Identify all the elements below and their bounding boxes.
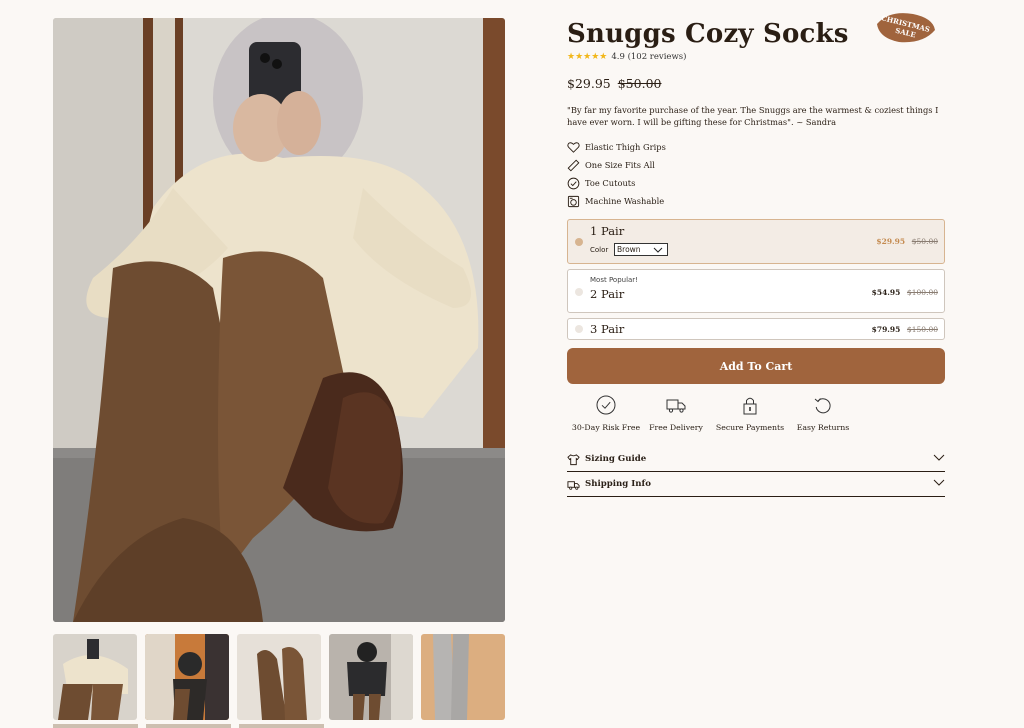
option-price-compare: $100.00 [906, 288, 938, 297]
option-2-pair[interactable]: Most Popular! 2 Pair $54.95 $100.00 [567, 269, 945, 313]
option-radio[interactable] [575, 238, 583, 246]
rating-text: 4.9 (102 reviews) [611, 52, 687, 62]
option-price: $29.95 $50.00 [876, 237, 938, 246]
chevron-down-icon [933, 454, 945, 461]
star-rating-icon: ★★★★★ [567, 52, 608, 62]
chevron-down-icon [653, 247, 663, 253]
thumbnail-3[interactable] [237, 634, 321, 720]
option-radio[interactable] [575, 325, 583, 333]
return-icon [814, 398, 831, 414]
option-price: $54.95 $100.00 [872, 288, 938, 297]
thumbnail-1[interactable] [53, 634, 137, 720]
feature-item: Elastic Thigh Grips [567, 138, 945, 156]
option-price-now: $29.95 [876, 237, 906, 246]
sizing-guide-toggle[interactable]: Sizing Guide [567, 447, 945, 472]
trust-item: Free Delivery [645, 394, 707, 440]
current-price: $29.95 [567, 76, 611, 91]
check-circle-icon [567, 177, 580, 189]
lock-icon [743, 397, 757, 415]
check-circle-icon [596, 395, 616, 415]
trust-label: Easy Returns [796, 423, 850, 432]
ruler-icon [567, 159, 580, 171]
product-info: Snuggs Cozy Socks CHRISTMAS SALE ★★★★★ 4… [567, 13, 945, 497]
thumbnail-8[interactable] [239, 724, 324, 728]
thumbnail-strip [53, 634, 505, 720]
thumbnail-4[interactable] [329, 634, 413, 720]
chevron-down-icon [933, 479, 945, 486]
feature-label: Elastic Thigh Grips [585, 142, 666, 152]
trust-item: Easy Returns [793, 394, 853, 440]
feature-item: Machine Washable [567, 192, 945, 210]
trust-item: 30-Day Risk Free [567, 394, 645, 440]
trust-label: Free Delivery [649, 423, 703, 432]
shirt-icon [567, 453, 580, 465]
thumbnail-2[interactable] [145, 634, 229, 720]
feature-label: One Size Fits All [585, 160, 655, 170]
trust-item: Secure Payments [707, 394, 793, 440]
option-name: 3 Pair [590, 322, 625, 336]
accordion-label: Shipping Info [585, 479, 651, 489]
info-accordion: Sizing Guide Shipping Info [567, 447, 945, 497]
thumbnail-5[interactable] [421, 634, 505, 720]
price-row: $29.95 $50.00 [567, 76, 945, 91]
option-name: 2 Pair [590, 287, 625, 301]
add-to-cart-button[interactable]: Add To Cart [567, 348, 945, 384]
option-radio[interactable] [575, 288, 583, 296]
option-price-compare: $150.00 [906, 325, 938, 334]
heart-icon [567, 141, 580, 153]
color-label: Color [590, 246, 609, 254]
main-product-image[interactable] [53, 18, 505, 622]
truck-icon [666, 399, 686, 413]
option-3-pair[interactable]: 3 Pair $79.95 $150.00 [567, 318, 945, 340]
trust-label: 30-Day Risk Free [571, 423, 641, 432]
color-select-value: Brown [617, 245, 641, 254]
feature-label: Toe Cutouts [585, 178, 636, 188]
feature-list: Elastic Thigh Grips One Size Fits All To… [567, 138, 945, 210]
option-price: $79.95 $150.00 [872, 325, 938, 334]
option-price-compare: $50.00 [911, 237, 938, 246]
christmas-sale-badge: CHRISTMAS SALE [877, 13, 935, 43]
most-popular-tag: Most Popular! [590, 276, 638, 284]
feature-label: Machine Washable [585, 196, 665, 206]
truck-icon [567, 480, 580, 490]
washer-icon [567, 195, 580, 207]
thumbnail-row-2 [53, 724, 505, 728]
thumbnail-7[interactable] [146, 724, 231, 728]
compare-price: $50.00 [617, 76, 662, 91]
option-1-pair[interactable]: 1 Pair Color Brown $29.95 $50.00 [567, 219, 945, 264]
thumbnail-6[interactable] [53, 724, 138, 728]
option-name: 1 Pair [590, 224, 625, 238]
feature-item: One Size Fits All [567, 156, 945, 174]
shipping-info-toggle[interactable]: Shipping Info [567, 472, 945, 497]
option-price-now: $54.95 [871, 288, 901, 297]
option-price-now: $79.95 [871, 325, 901, 334]
rating-row[interactable]: ★★★★★ 4.9 (102 reviews) [567, 52, 945, 62]
product-photo [53, 18, 505, 622]
accordion-label: Sizing Guide [585, 454, 647, 464]
feature-item: Toe Cutouts [567, 174, 945, 192]
customer-quote: "By far my favorite purchase of the year… [567, 105, 939, 127]
color-select[interactable]: Brown [614, 243, 668, 256]
trust-badges: 30-Day Risk Free Free Delivery Secure Pa… [567, 394, 945, 440]
trust-label: Secure Payments [715, 423, 785, 432]
